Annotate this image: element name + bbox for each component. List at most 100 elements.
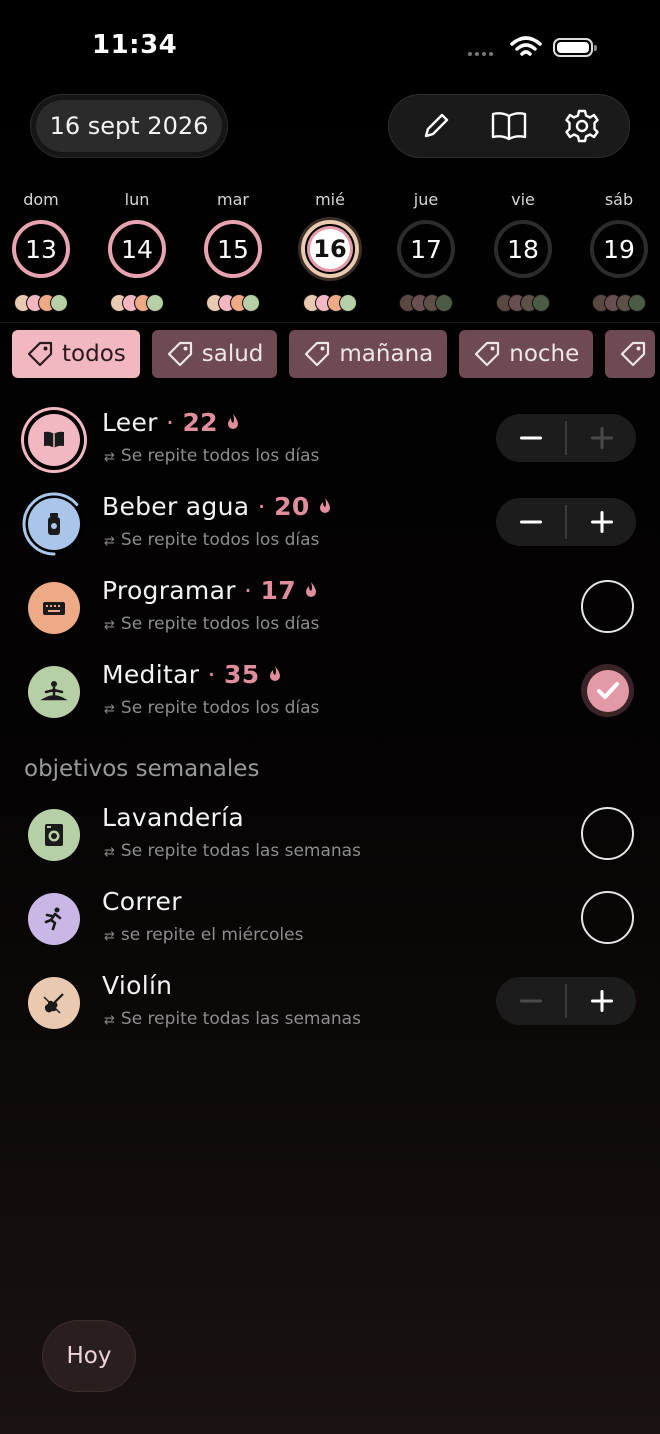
progress-ring [22,492,86,556]
day-dom[interactable]: dom 13 [6,190,76,312]
streak-count: 22 [182,408,218,437]
date-picker-button[interactable]: 16 sept 2026 [36,100,222,152]
increment-button[interactable] [567,498,636,546]
day-mié[interactable]: mié 16 [295,190,365,312]
meditation-habit-icon [28,666,80,718]
day-number: 17 [410,234,442,264]
decrement-button[interactable] [496,414,565,462]
plus-icon [590,427,613,449]
tag-noche[interactable]: noche [459,330,594,378]
habit-checkbox[interactable] [581,807,634,860]
repeat-icon: ⇄ [104,845,115,860]
day-name: lun [124,190,150,209]
today-button[interactable]: Hoy [42,1320,136,1392]
increment-button[interactable] [567,977,636,1025]
decrement-button[interactable] [496,498,565,546]
habit-dot [50,294,68,312]
settings-button[interactable] [558,102,606,150]
habit-row-lavandería[interactable]: Lavandería ⇄ Se repite todas las semanas [0,795,660,875]
minus-icon [519,436,542,440]
pencil-icon [425,113,449,138]
day-ring: 19 [590,220,648,278]
day-ring: 13 [12,220,70,278]
tag-more[interactable] [605,330,656,378]
decrement-button[interactable] [496,977,565,1025]
tag-salud[interactable]: salud [151,330,278,378]
header-toolbar [388,94,630,158]
habit-repeat-text: ⇄ Se repite todas las semanas [104,841,361,861]
tag-mañana[interactable]: mañana [289,330,448,378]
repeat-icon: ⇄ [104,1013,115,1028]
day-number: 14 [121,234,153,264]
repeat-icon: ⇄ [104,450,115,465]
violin-habit-icon [28,977,80,1029]
journal-button[interactable] [485,102,533,150]
flame-icon [306,582,317,597]
day-habit-dots [488,294,558,312]
check-fill [586,669,629,712]
checkmark-icon [596,681,619,699]
habit-repeat-text: ⇄ se repite el miércoles [104,925,303,945]
streak-count: 35 [224,660,260,689]
habit-row-leer[interactable]: Leer · 22 ⇄ Se repite todos los días [0,400,660,480]
running-icon [44,907,62,931]
wifi-icon [510,36,542,56]
book-icon [491,112,527,141]
running-habit-icon [28,893,80,945]
washing-machine-habit-icon [28,809,80,861]
habit-checkbox[interactable] [581,891,634,944]
habit-name: Beber agua [102,492,250,521]
streak-separator: · [157,408,183,437]
book-habit-icon [28,414,80,466]
day-ring: 14 [108,220,166,278]
day-name: sáb [604,190,634,209]
violin-icon [43,993,64,1014]
flame-icon [228,414,239,429]
repeat-icon: ⇄ [104,702,115,717]
streak-count: 17 [260,576,296,605]
habit-dot [435,294,453,312]
flame-icon [296,576,318,605]
repeat-icon: ⇄ [104,534,115,549]
habit-name: Violín [102,971,173,1000]
habit-checkbox[interactable] [581,580,634,633]
habit-row-violín[interactable]: Violín ⇄ Se repite todas las semanas [0,963,660,1043]
meditation-icon [40,681,68,701]
streak-separator: · [249,492,275,521]
tag-icon [475,341,500,367]
keyboard-habit-icon [28,582,80,634]
habit-dot [532,294,550,312]
completed-checkbox[interactable] [581,664,634,717]
day-jue[interactable]: jue 17 [391,190,461,312]
repeat-label: se repite el miércoles [120,925,304,945]
flame-icon [310,492,332,521]
repeat-icon: ⇄ [104,618,115,633]
habit-repeat-text: ⇄ Se repite todos los días [104,446,319,466]
habit-row-programar[interactable]: Programar · 17 ⇄ Se repite todos los días [0,568,660,648]
day-lun[interactable]: lun 14 [102,190,172,312]
day-habit-dots [6,294,76,312]
day-mar[interactable]: mar 15 [198,190,268,312]
habit-repeat-text: ⇄ Se repite todos los días [104,698,319,718]
increment-button[interactable] [567,414,636,462]
tag-todos[interactable]: todos [12,330,140,378]
status-time: 11:34 [92,30,178,60]
flame-icon [218,408,240,437]
day-number: 18 [507,234,539,264]
flame-icon [269,666,280,681]
habit-row-beber-agua[interactable]: Beber agua · 20 ⇄ Se repite todos los día… [0,484,660,564]
day-vie[interactable]: vie 18 [488,190,558,312]
habit-name: Programar [102,576,236,605]
tag-label: mañana [339,341,434,367]
edit-button[interactable] [412,102,460,150]
streak-separator: · [199,660,225,689]
habit-name: Meditar [102,660,200,689]
day-sáb[interactable]: sáb 19 [584,190,654,312]
day-name: mié [315,190,345,209]
flame-icon [319,498,330,513]
day-habit-dots [584,294,654,312]
day-habit-dots [102,294,172,312]
habit-row-meditar[interactable]: Meditar · 35 ⇄ Se repite todos los días [0,652,660,732]
habit-row-correr[interactable]: Correr ⇄ se repite el miércoles [0,879,660,959]
tag-label: noche [509,341,580,367]
